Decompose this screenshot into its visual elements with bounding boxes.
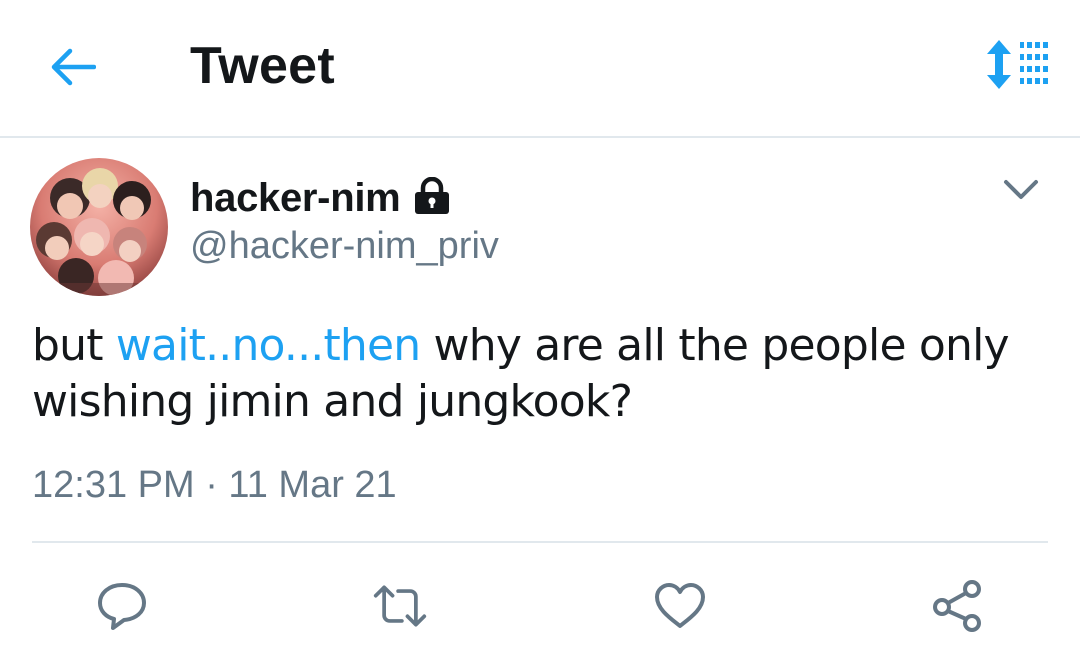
reply-icon [98, 583, 146, 630]
tweet-options-button[interactable] [996, 170, 1046, 210]
tweet-text: but wait..no...then why are all the peop… [32, 318, 1052, 430]
author-name-row[interactable]: hacker-nim [190, 176, 452, 221]
back-button[interactable] [46, 40, 100, 94]
divider [32, 541, 1048, 543]
chevron-down-icon [1004, 180, 1038, 199]
like-button[interactable] [652, 578, 708, 634]
author-handle: @hacker-nim_priv [190, 225, 499, 267]
share-button[interactable] [930, 578, 986, 634]
sort-updown-list-icon [987, 40, 1048, 89]
retweet-icon [373, 585, 427, 627]
heart-icon [655, 583, 705, 628]
tweet-text-before: but [32, 320, 116, 371]
author-display-name: hacker-nim [190, 176, 401, 220]
author-avatar[interactable] [30, 158, 168, 296]
tweet-text-link[interactable]: wait..no...then [116, 320, 421, 371]
page-title: Tweet [190, 37, 336, 95]
top-app-bar: Tweet [0, 0, 1080, 138]
retweet-button[interactable] [372, 578, 428, 634]
lock-icon [412, 176, 452, 220]
reply-button[interactable] [94, 578, 150, 634]
share-icon [933, 580, 981, 632]
arrow-left-icon [51, 48, 96, 86]
tweet-timestamp[interactable]: 12:31 PM · 11 Mar 21 [32, 464, 397, 507]
avatar-image [30, 158, 168, 296]
sort-button[interactable] [980, 36, 1050, 96]
